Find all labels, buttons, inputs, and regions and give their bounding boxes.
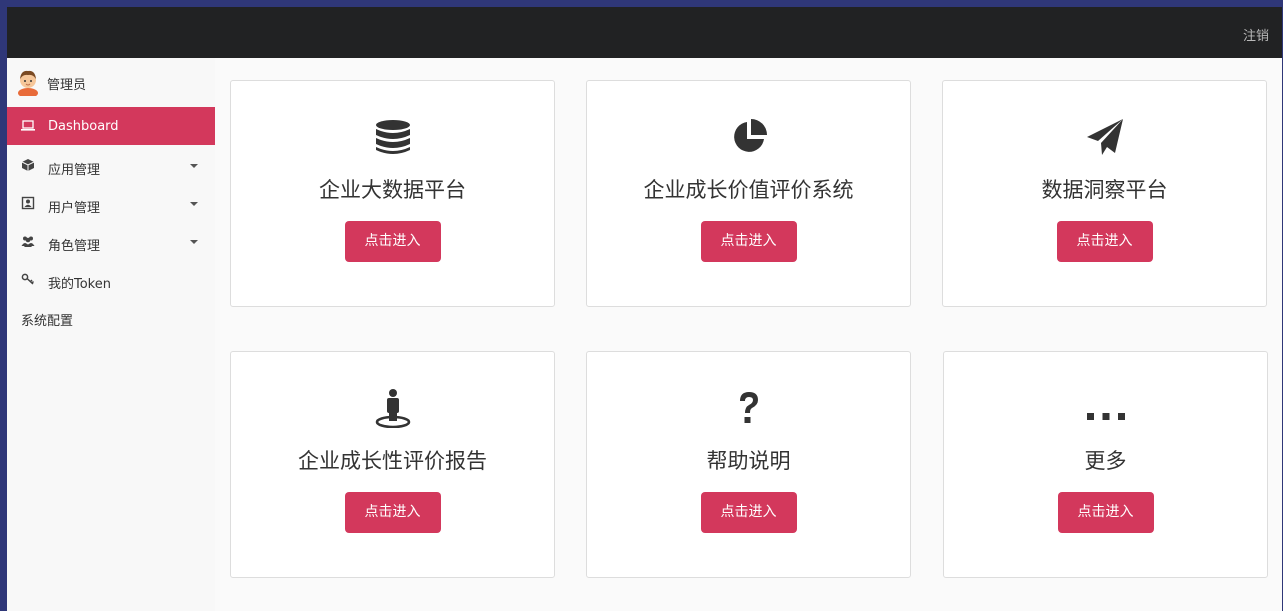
pie-chart-icon: [733, 119, 767, 152]
sidebar-item-label: Dashboard: [48, 119, 119, 134]
enter-button[interactable]: 点击进入: [344, 492, 441, 533]
sidebar-item-users[interactable]: 用户管理: [7, 185, 215, 223]
card-growth-value-system: 企业成长价值评价系统 点击进入: [586, 80, 911, 307]
laptop-icon: [21, 120, 35, 131]
enter-button[interactable]: 点击进入: [700, 492, 797, 533]
card-title: 数据洞察平台: [1041, 178, 1168, 202]
user-panel: 管理员: [7, 58, 215, 107]
card-data-insight: 数据洞察平台 点击进入: [942, 80, 1267, 307]
users-icon: [21, 236, 35, 247]
sidebar-item-settings[interactable]: 系统配置: [7, 298, 215, 336]
chevron-down-icon: [190, 202, 198, 206]
card-title: 企业成长价值评价系统: [643, 178, 854, 202]
sidebar-item-label: 用户管理: [48, 201, 101, 216]
contact-card-icon: [21, 196, 35, 210]
street-view-icon: [375, 389, 410, 428]
cube-icon: [21, 159, 35, 171]
avatar: [18, 70, 38, 96]
top-navbar: 注销: [7, 7, 1282, 58]
card-title: 帮助说明: [706, 449, 791, 473]
key-icon: [21, 273, 35, 285]
user-name: 管理员: [47, 78, 87, 93]
sidebar-item-apps[interactable]: 应用管理: [7, 147, 215, 185]
card-big-data: 企业大数据平台 点击进入: [230, 80, 555, 307]
enter-button[interactable]: 点击进入: [700, 221, 797, 262]
card-help: 帮助说明 点击进入: [586, 351, 911, 578]
sidebar-item-label: 应用管理: [48, 163, 101, 178]
question-icon: [739, 392, 758, 423]
database-icon: [375, 120, 410, 154]
sidebar-item-roles[interactable]: 角色管理: [7, 223, 215, 261]
card-more: 更多 点击进入: [943, 351, 1268, 578]
card-title: 更多: [1084, 449, 1127, 473]
sidebar: 管理员 Dashboard 应用管理 用户管理 角色管理 我的Token 系统配…: [7, 58, 215, 611]
paper-plane-icon: [1086, 119, 1123, 155]
enter-button[interactable]: 点击进入: [344, 221, 441, 262]
sidebar-item-label: 系统配置: [21, 314, 74, 329]
ellipsis-icon: [1086, 413, 1125, 420]
logout-link[interactable]: 注销: [1243, 25, 1269, 44]
sidebar-item-label: 角色管理: [48, 239, 101, 254]
card-title: 企业大数据平台: [319, 178, 466, 202]
card-title: 企业成长性评价报告: [298, 449, 487, 473]
app-window: 注销 管理员 Dashboard 应用管理 用户管理 角色管理 我的Token …: [7, 7, 1282, 611]
chevron-down-icon: [190, 240, 198, 244]
dashboard-content: 企业大数据平台 点击进入 企业成长价值评价系统 点击进入 数据洞察平台 点击进入: [215, 58, 1282, 611]
card-growth-report: 企业成长性评价报告 点击进入: [230, 351, 555, 578]
chevron-down-icon: [190, 164, 198, 168]
sidebar-item-token[interactable]: 我的Token: [7, 261, 215, 299]
sidebar-item-label: 我的Token: [48, 277, 111, 292]
enter-button[interactable]: 点击进入: [1056, 221, 1153, 262]
sidebar-item-dashboard[interactable]: Dashboard: [7, 107, 215, 145]
enter-button[interactable]: 点击进入: [1057, 492, 1154, 533]
